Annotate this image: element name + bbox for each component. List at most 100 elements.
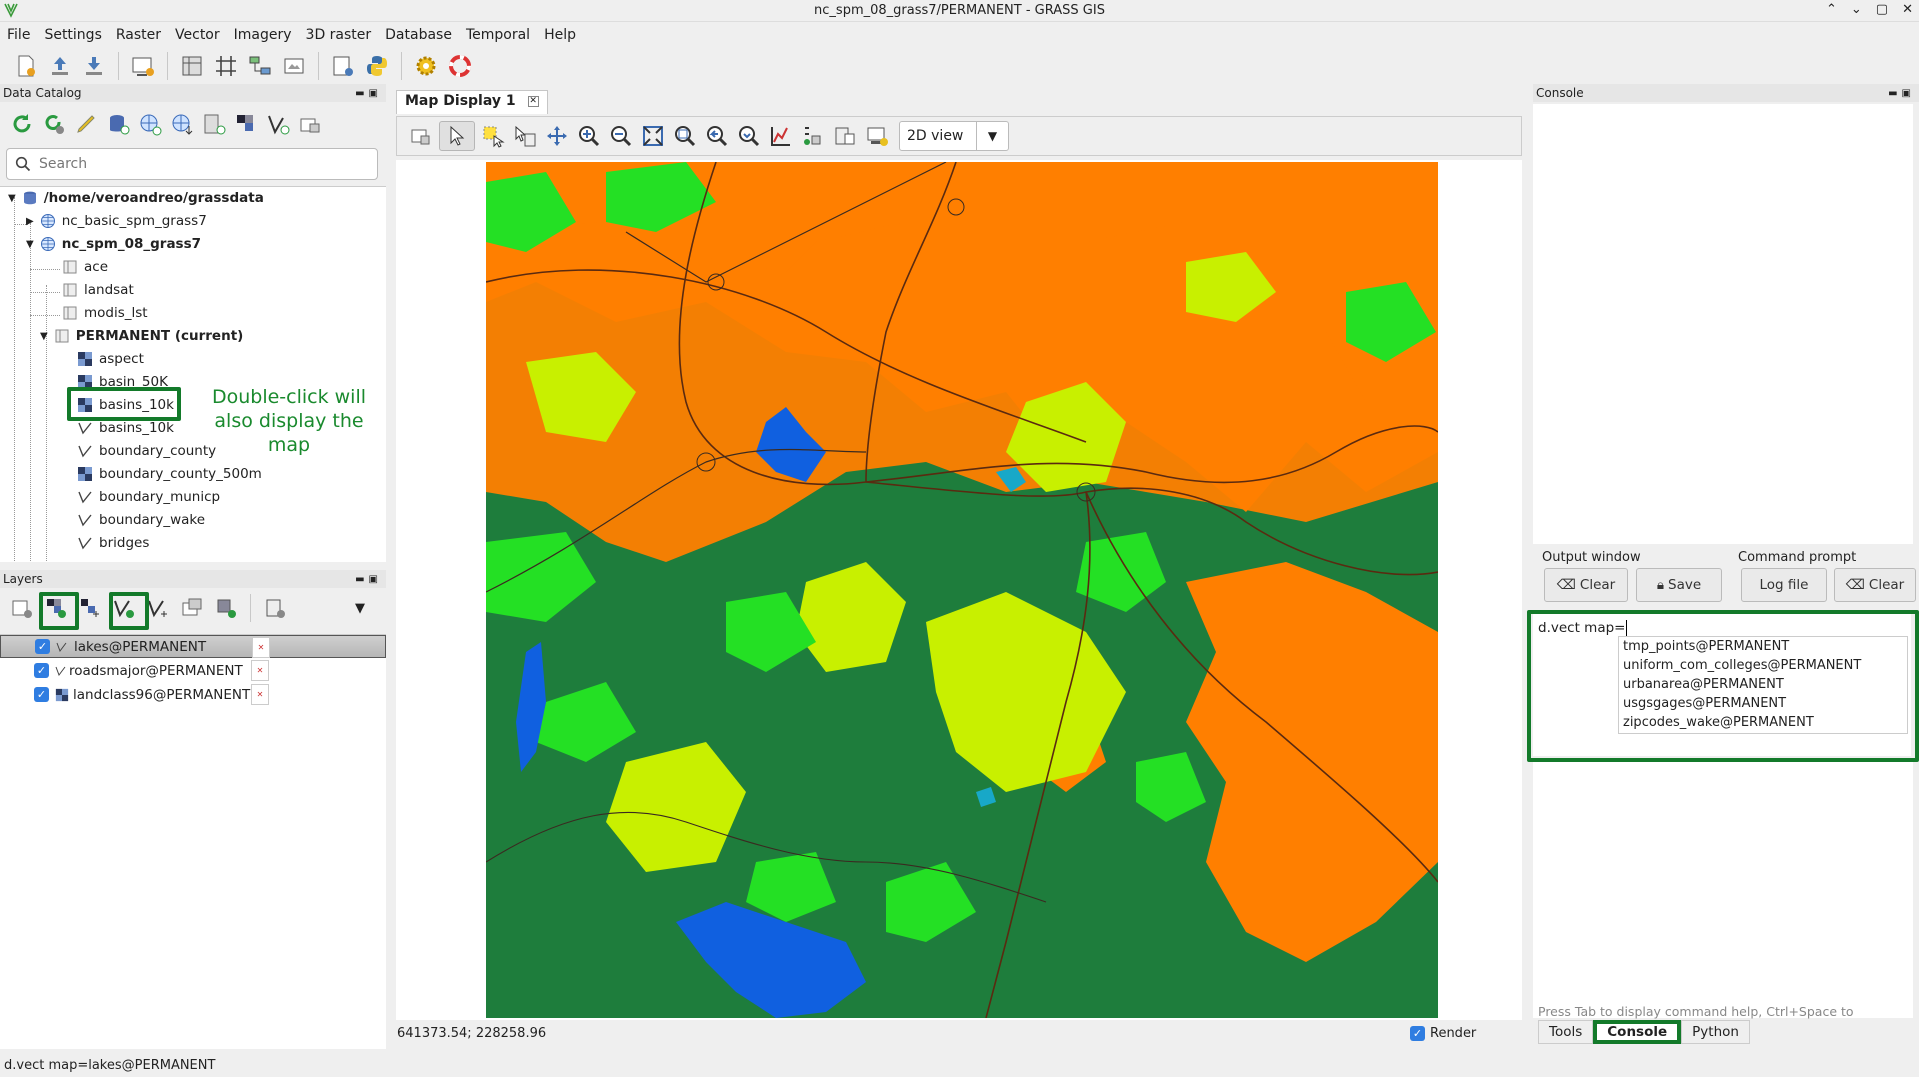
tab-tools[interactable]: Tools (1538, 1020, 1594, 1044)
zoom-region-icon[interactable] (671, 122, 699, 150)
tree-mapset-ace[interactable]: ace (62, 256, 108, 278)
autocomplete-list[interactable]: tmp_points@PERMANENT uniform_com_college… (1618, 636, 1908, 734)
menu-raster[interactable]: Raster (109, 24, 168, 48)
tree-mapset-landsat[interactable]: landsat (62, 279, 134, 301)
render-checkbox[interactable]: ✓ (1410, 1026, 1425, 1041)
tree-raster-boundary-county-500m[interactable]: boundary_county_500m (77, 463, 262, 485)
new-map-display-icon[interactable] (129, 52, 157, 80)
add-map-layers-icon[interactable] (8, 594, 36, 622)
autocomplete-item[interactable]: uniform_com_colleges@PERMANENT (1619, 656, 1907, 675)
settings-gear-icon[interactable] (412, 52, 440, 80)
link-external-icon[interactable] (296, 110, 324, 138)
print-icon[interactable] (863, 122, 891, 150)
zoom-in-icon[interactable] (575, 122, 603, 150)
new-workspace-icon[interactable] (12, 52, 40, 80)
tree-location-spm[interactable]: ▼ nc_spm_08_grass7 (26, 233, 201, 255)
tree-vector-boundary-municp[interactable]: boundary_municp (77, 486, 220, 508)
window-up-button[interactable]: ⌃ (1826, 2, 1837, 17)
command-prompt-input[interactable]: d.vect map= (1538, 620, 1628, 636)
add-map-icon[interactable] (407, 122, 435, 150)
log-file-button[interactable]: Log file (1741, 568, 1827, 602)
add-various-raster-icon[interactable] (76, 594, 104, 622)
menu-imagery[interactable]: Imagery (227, 24, 299, 48)
map-composer-icon[interactable] (280, 52, 308, 80)
more-tools-chevron-icon[interactable]: ▼ (355, 601, 365, 616)
view-mode-select[interactable]: 2D view ▼ (899, 121, 1009, 151)
layer-remove-icon[interactable]: ✕ (252, 637, 270, 658)
reload-icon[interactable] (8, 110, 36, 138)
analyze-chart-icon[interactable] (767, 122, 795, 150)
autocomplete-item[interactable]: zipcodes_wake@PERMANENT (1619, 713, 1907, 732)
tree-mapset-permanent[interactable]: ▼ PERMANENT (current) (40, 325, 243, 347)
catalog-search-input[interactable]: Search (6, 148, 378, 180)
close-button[interactable]: ✕ (1902, 2, 1913, 17)
reload-current-mapset-icon[interactable] (40, 110, 68, 138)
tree-mapset-modis[interactable]: modis_lst (62, 302, 148, 324)
menu-help[interactable]: Help (537, 24, 583, 48)
tree-location-basic[interactable]: ▶ nc_basic_spm_grass7 (26, 210, 207, 232)
launch-script-icon[interactable] (329, 52, 357, 80)
clear-prompt-button[interactable]: ⌫ Clear (1834, 568, 1916, 602)
modeler-icon[interactable] (246, 52, 274, 80)
layer-item-landclass96[interactable]: ✓ landclass96@PERMANENT ✕ (0, 683, 386, 706)
menu-database[interactable]: Database (378, 24, 459, 48)
clear-output-button[interactable]: ⌫ Clear (1544, 568, 1628, 602)
render-toggle[interactable]: ✓ Render (1410, 1026, 1476, 1041)
layer-item-roadsmajor[interactable]: ✓ roadsmajor@PERMANENT ✕ (0, 659, 386, 682)
import-raster-icon[interactable] (232, 110, 260, 138)
help-lifebuoy-icon[interactable] (446, 52, 474, 80)
query-icon[interactable] (511, 122, 539, 150)
tree-raster-aspect[interactable]: aspect (77, 348, 144, 370)
open-workspace-icon[interactable] (46, 52, 74, 80)
tree-vector-bridges[interactable]: bridges (77, 532, 149, 554)
zoom-extent-icon[interactable] (639, 122, 667, 150)
maximize-button[interactable]: ▢ (1876, 2, 1888, 17)
layer-manager-icon[interactable] (178, 52, 206, 80)
remove-layer-icon[interactable] (261, 594, 289, 622)
save-workspace-icon[interactable] (80, 52, 108, 80)
layer-checkbox[interactable]: ✓ (34, 687, 49, 702)
minimize-button[interactable]: ⌄ (1851, 2, 1862, 17)
close-tab-icon[interactable]: ✕ (527, 95, 539, 107)
menu-settings[interactable]: Settings (37, 24, 108, 48)
edit-pencil-icon[interactable] (72, 110, 100, 138)
add-grassdb-icon[interactable] (104, 110, 132, 138)
create-location-icon[interactable] (136, 110, 164, 138)
zoom-menu-icon[interactable] (735, 122, 763, 150)
autocomplete-item[interactable]: usgsgages@PERMANENT (1619, 694, 1907, 713)
menu-3d-raster[interactable]: 3D raster (299, 24, 379, 48)
landcover-map[interactable] (486, 162, 1438, 1018)
georectify-icon[interactable] (212, 52, 240, 80)
layer-checkbox[interactable]: ✓ (34, 663, 49, 678)
tree-grassdb[interactable]: ▼/home/veroandreo/grassdata (8, 187, 264, 209)
zoom-back-icon[interactable] (703, 122, 731, 150)
zoom-out-icon[interactable] (607, 122, 635, 150)
layer-remove-icon[interactable]: ✕ (251, 684, 269, 705)
layer-checkbox[interactable]: ✓ (35, 639, 50, 654)
add-group-icon[interactable] (212, 594, 240, 622)
autocomplete-item[interactable]: tmp_points@PERMANENT (1619, 637, 1907, 656)
pointer-tool-icon[interactable] (439, 121, 475, 151)
tab-console[interactable]: Console (1593, 1020, 1682, 1044)
map-display-tab[interactable]: Map Display 1 ✕ (396, 90, 548, 114)
autocomplete-item[interactable]: urbanarea@PERMANENT (1619, 675, 1907, 694)
pan-icon[interactable] (543, 122, 571, 150)
tab-python[interactable]: Python (1681, 1020, 1750, 1044)
menu-file[interactable]: File (0, 24, 37, 48)
menu-temporal[interactable]: Temporal (459, 24, 537, 48)
panel-float-icon[interactable]: ▬▣ (355, 88, 386, 99)
save-output-button[interactable]: 🔒︎ Save (1636, 568, 1722, 602)
tree-vector-boundary-wake[interactable]: boundary_wake (77, 509, 205, 531)
layer-item-lakes[interactable]: ✓ lakes@PERMANENT ✕ (0, 635, 386, 658)
python-shell-icon[interactable] (363, 52, 391, 80)
chevron-down-icon[interactable]: ▼ (976, 122, 1008, 150)
map-canvas[interactable] (396, 160, 1522, 1020)
download-location-icon[interactable] (168, 110, 196, 138)
panel-float-icon[interactable]: ▬▣ (355, 574, 386, 585)
tree-vector-boundary-county[interactable]: boundary_county (77, 440, 216, 462)
add-overlay-icon[interactable] (178, 594, 206, 622)
map-decorations-icon[interactable] (799, 122, 827, 150)
select-features-icon[interactable] (479, 122, 507, 150)
menu-vector[interactable]: Vector (168, 24, 227, 48)
import-vector-icon[interactable] (264, 110, 292, 138)
